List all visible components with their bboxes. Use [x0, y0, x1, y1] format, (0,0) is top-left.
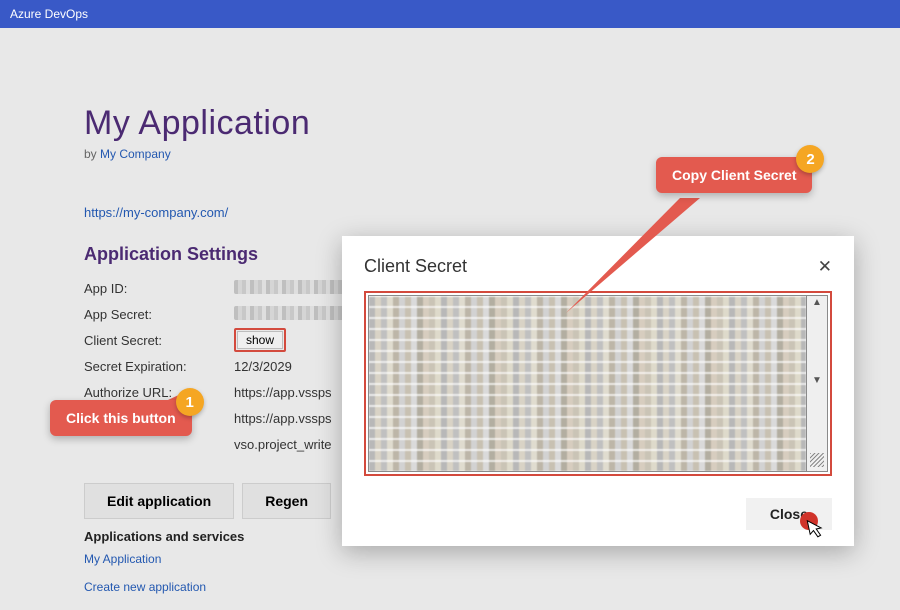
label-client-secret: Client Secret: — [84, 333, 234, 348]
redacted-secret-content — [369, 296, 806, 471]
label-expiration: Secret Expiration: — [84, 359, 234, 374]
label-app-id: App ID: — [84, 281, 234, 296]
value-extra-2: vso.project_write — [234, 437, 332, 452]
close-icon: ✕ — [818, 257, 832, 276]
modal-footer: Close — [364, 498, 832, 530]
top-bar: Azure DevOps — [0, 0, 900, 28]
scroll-up-icon: ▲ — [812, 298, 822, 308]
regenerate-button[interactable]: Regen — [242, 483, 331, 519]
link-create-new-application[interactable]: Create new application — [84, 580, 824, 594]
scroll-down-icon: ▼ — [812, 376, 822, 386]
callout-copy-client-secret: Copy Client Secret 2 — [656, 157, 812, 193]
by-prefix: by — [84, 147, 100, 161]
value-expiration: 12/3/2029 — [234, 359, 292, 374]
callout-1-badge: 1 — [176, 388, 204, 416]
callout-click-this-button: Click this button 1 — [50, 400, 192, 436]
modal-close-button[interactable]: Close — [746, 498, 832, 530]
label-app-secret: App Secret: — [84, 307, 234, 322]
link-my-application[interactable]: My Application — [84, 552, 824, 566]
link-list: My Application Create new application — [84, 552, 824, 594]
secret-highlight-frame: ▲ ▼ — [364, 291, 832, 476]
secret-textarea[interactable] — [368, 295, 806, 472]
callout-2-text: Copy Client Secret — [672, 167, 796, 183]
show-button-highlight: show — [234, 328, 286, 352]
value-authorize-url: https://app.vssps — [234, 385, 332, 400]
cursor-click-indicator — [800, 512, 818, 530]
value-client-secret: show — [234, 328, 286, 352]
show-client-secret-button[interactable]: show — [237, 331, 283, 349]
app-title: My Application — [84, 104, 824, 143]
resize-grip-icon — [810, 453, 824, 467]
company-link[interactable]: My Company — [100, 147, 171, 161]
label-authorize-url: Authorize URL: — [84, 385, 234, 400]
secret-scrollbar[interactable]: ▲ ▼ — [806, 295, 828, 472]
edit-application-button[interactable]: Edit application — [84, 483, 234, 519]
value-extra-1: https://app.vssps — [234, 411, 332, 426]
modal-title: Client Secret — [364, 256, 467, 277]
modal-close-x-button[interactable]: ✕ — [818, 258, 832, 275]
product-name: Azure DevOps — [10, 7, 88, 21]
callout-2-pointer — [560, 195, 740, 315]
callout-1-text: Click this button — [66, 410, 176, 426]
site-url-link[interactable]: https://my-company.com/ — [84, 205, 228, 220]
